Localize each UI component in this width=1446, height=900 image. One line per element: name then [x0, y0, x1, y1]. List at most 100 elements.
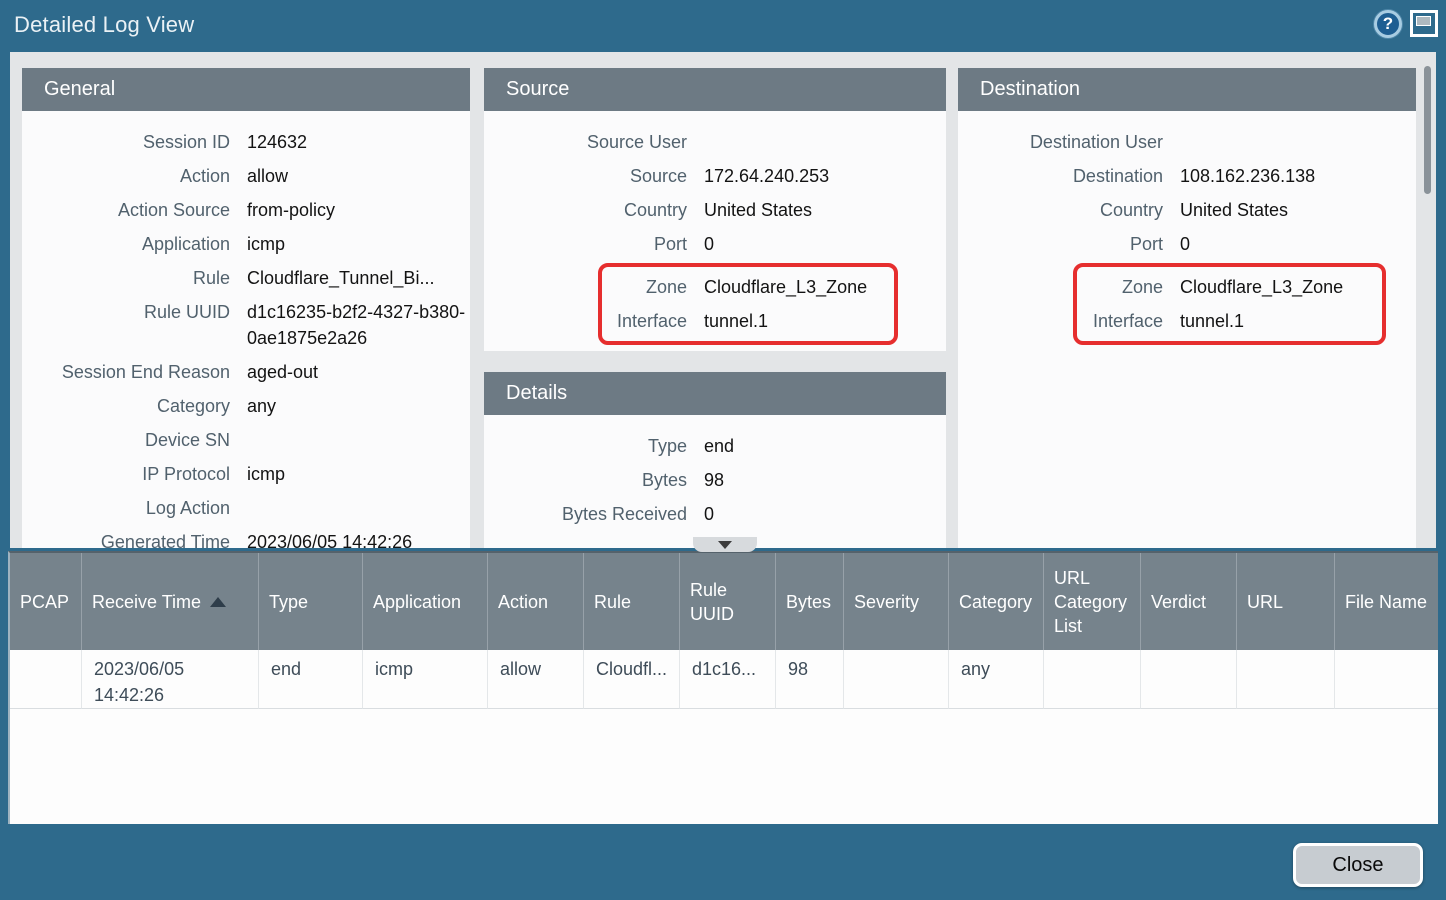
column-header-category[interactable]: Category [948, 553, 1043, 650]
field-row-action-source: Action Source from-policy [22, 193, 470, 227]
column-header-label: Action [498, 590, 548, 614]
field-label: Zone [602, 274, 687, 300]
field-value: d1c16235-b2f2-4327-b380-0ae1875e2a26 [230, 299, 470, 351]
close-button[interactable]: Close [1293, 843, 1423, 887]
help-icon[interactable]: ? [1374, 10, 1402, 38]
destination-panel: Destination Destination User Destination… [958, 68, 1416, 548]
destination-zone-highlight-box: Zone Cloudflare_L3_Zone Interface tunnel… [1073, 263, 1386, 345]
field-label: Source [484, 163, 687, 189]
column-header-label: Verdict [1151, 590, 1206, 614]
column-header-label: Bytes [786, 590, 831, 614]
field-row-ip-protocol: IP Protocol icmp [22, 457, 470, 491]
column-header-application[interactable]: Application [362, 553, 487, 650]
field-row-source-interface: Interface tunnel.1 [602, 304, 888, 338]
field-row-session-end-reason: Session End Reason aged-out [22, 355, 470, 389]
field-label: Action [22, 163, 230, 189]
field-row-category: Category any [22, 389, 470, 423]
field-value: icmp [230, 231, 470, 257]
field-row-destination-user: Destination User [958, 125, 1416, 159]
column-header-url-category-list[interactable]: URL Category List [1043, 553, 1140, 650]
window-restore-inner [1416, 16, 1431, 26]
field-row-destination-port: Port 0 [958, 227, 1416, 261]
cell-receive-time: 2023/06/05 14:42:26 [81, 650, 258, 709]
details-panel-body: Type end Bytes 98 Bytes Received 0 [484, 415, 946, 531]
details-panel-title: Details [484, 372, 946, 415]
column-header-label: URL Category List [1054, 566, 1132, 638]
field-value: end [687, 433, 946, 459]
column-header-label: Type [269, 590, 308, 614]
field-label: Country [958, 197, 1163, 223]
field-value: from-policy [230, 197, 470, 223]
field-label: Log Action [22, 495, 230, 521]
field-value: allow [230, 163, 470, 189]
field-value: icmp [230, 461, 470, 487]
field-label: Application [22, 231, 230, 257]
cell-rule: Cloudfl... [583, 650, 679, 709]
field-label: Destination [958, 163, 1163, 189]
field-label: Source User [484, 129, 687, 155]
cell-application: icmp [362, 650, 487, 709]
column-header-rule-uuid[interactable]: Rule UUID [679, 553, 775, 650]
field-value: 98 [687, 467, 946, 493]
source-panel-title: Source [484, 68, 946, 111]
field-label: Interface [602, 308, 687, 334]
cell-severity [843, 650, 948, 709]
column-header-label: File Name [1345, 590, 1427, 614]
field-row-device-sn: Device SN [22, 423, 470, 457]
column-header-verdict[interactable]: Verdict [1140, 553, 1236, 650]
general-panel-body: Session ID 124632 Action allow Action So… [22, 111, 470, 548]
field-value: 0 [687, 231, 946, 257]
cell-pcap [10, 650, 81, 709]
field-label: Destination User [958, 129, 1163, 155]
general-panel: General Session ID 124632 Action allow A… [22, 68, 470, 548]
field-row-rule-uuid: Rule UUID d1c16235-b2f2-4327-b380-0ae187… [22, 295, 470, 355]
titlebar: Detailed Log View ? [0, 0, 1446, 50]
column-header-rule[interactable]: Rule [583, 553, 679, 650]
field-row-type: Type end [484, 429, 946, 463]
cell-type: end [258, 650, 362, 709]
field-value: 108.162.236.138 [1163, 163, 1416, 189]
field-value: any [230, 393, 470, 419]
column-header-url[interactable]: URL [1236, 553, 1334, 650]
field-label: Session End Reason [22, 359, 230, 385]
column-header-type[interactable]: Type [258, 553, 362, 650]
field-value: tunnel.1 [687, 308, 888, 334]
field-row-destination-country: Country United States [958, 193, 1416, 227]
column-header-pcap[interactable]: PCAP [10, 553, 81, 650]
column-header-label: URL [1247, 590, 1283, 614]
field-label: Port [958, 231, 1163, 257]
field-label: Bytes Received [484, 501, 687, 527]
field-label: Action Source [22, 197, 230, 223]
field-value: Cloudflare_L3_Zone [1163, 274, 1376, 300]
field-label: Session ID [22, 129, 230, 155]
field-row-source-zone: Zone Cloudflare_L3_Zone [602, 270, 888, 304]
field-value: Cloudflare_Tunnel_Bi... [230, 265, 470, 291]
destination-panel-title: Destination [958, 68, 1416, 111]
field-value: 2023/06/05 14:42:26 [230, 529, 470, 548]
column-header-severity[interactable]: Severity [843, 553, 948, 650]
field-row-source-user: Source User [484, 125, 946, 159]
field-row-destination-address: Destination 108.162.236.138 [958, 159, 1416, 193]
field-row-log-action: Log Action [22, 491, 470, 525]
field-value [230, 427, 470, 453]
vertical-scrollbar[interactable] [1424, 66, 1431, 194]
cell-file-name [1334, 650, 1438, 709]
column-header-label: PCAP [20, 590, 69, 614]
sort-ascending-icon [210, 597, 226, 607]
source-panel: Source Source User Source 172.64.240.253… [484, 68, 946, 351]
column-header-label: Rule [594, 590, 631, 614]
cell-verdict [1140, 650, 1236, 709]
column-header-bytes[interactable]: Bytes [775, 553, 843, 650]
column-header-file-name[interactable]: File Name [1334, 553, 1438, 650]
column-header-label: Rule UUID [690, 578, 767, 626]
window-restore-icon[interactable] [1410, 10, 1438, 37]
field-label: Device SN [22, 427, 230, 453]
field-value: Cloudflare_L3_Zone [687, 274, 888, 300]
field-row-source-port: Port 0 [484, 227, 946, 261]
column-header-receive-time[interactable]: Receive Time [81, 553, 258, 650]
details-panel: Details Type end Bytes 98 Bytes Received… [484, 372, 946, 548]
field-value [230, 495, 470, 521]
column-header-action[interactable]: Action [487, 553, 583, 650]
panel-collapse-handle[interactable] [693, 537, 757, 552]
field-row-destination-interface: Interface tunnel.1 [1077, 304, 1376, 338]
